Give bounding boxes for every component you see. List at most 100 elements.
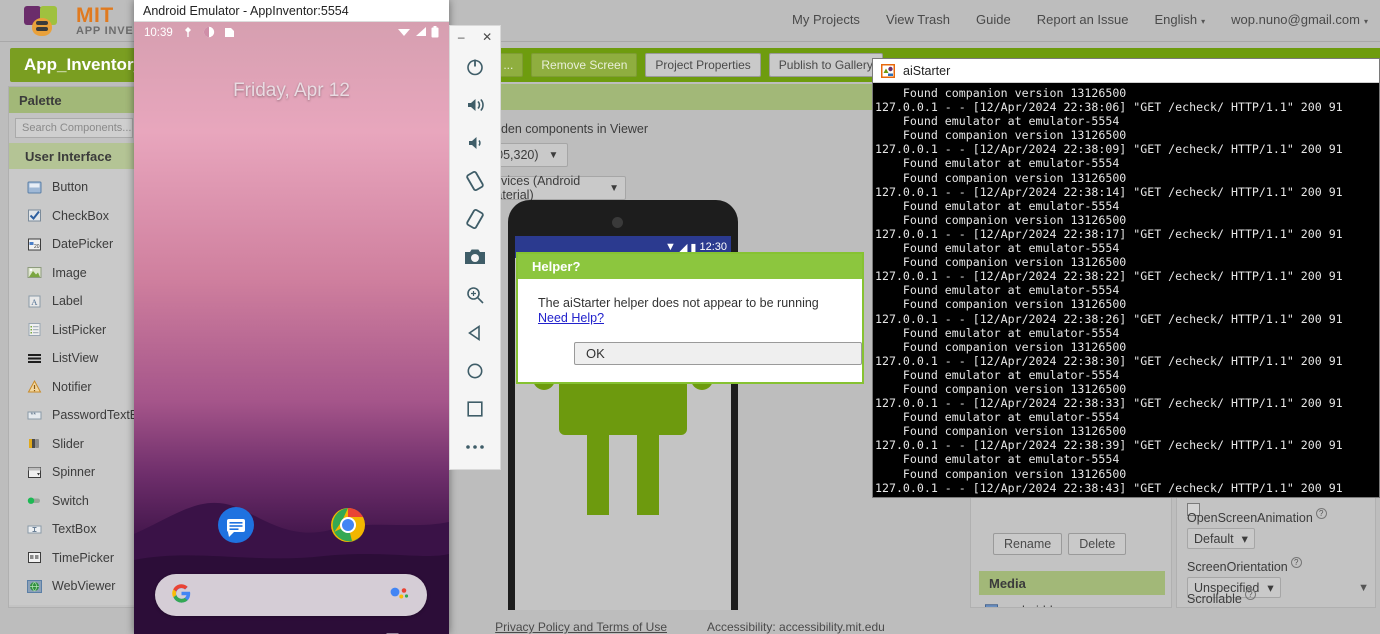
home-icon[interactable]: [449, 352, 501, 390]
palette-search-input[interactable]: Search Components...: [15, 118, 133, 138]
checkbox-icon: [27, 208, 42, 223]
messages-icon[interactable]: [217, 507, 254, 543]
properties-scroll-down-arrow[interactable]: ▼: [1358, 582, 1369, 594]
notifier-icon: [27, 379, 42, 394]
volume-down-icon[interactable]: [449, 124, 501, 162]
help-icon[interactable]: ?: [1315, 508, 1327, 519]
listpicker-icon: [27, 322, 42, 337]
google-search-bar[interactable]: [155, 574, 427, 616]
adb-icon: [182, 26, 194, 41]
palette-item-notifier[interactable]: Notifier: [9, 373, 139, 402]
palette-title: Palette: [9, 87, 139, 113]
property-label: Scrollable ?: [1187, 589, 1256, 606]
log-line: Found emulator at emulator-5554: [875, 283, 1120, 298]
aistarter-window: aiStarter Found companion version 131265…: [872, 58, 1380, 498]
minimize-button[interactable]: –: [458, 30, 465, 44]
openscreenanimation-select[interactable]: Default ▾: [1187, 528, 1255, 549]
palette-item-datepicker[interactable]: 20 DatePicker: [9, 230, 139, 259]
screenshot-camera-icon[interactable]: [449, 238, 501, 276]
passwordtextbox-icon: **: [27, 408, 42, 423]
privacy-policy-link[interactable]: Privacy Policy and Terms of Use: [495, 620, 667, 634]
palette-category-user-interface[interactable]: User Interface: [9, 143, 139, 169]
palette-item-button[interactable]: Button: [9, 173, 139, 202]
rotate-left-icon[interactable]: [449, 162, 501, 200]
log-line: Found emulator at emulator-5554: [875, 452, 1120, 467]
palette-item-checkbox[interactable]: CheckBox: [9, 202, 139, 231]
media-list-item[interactable]: android-logo.png: [985, 603, 1098, 607]
remove-screen-button[interactable]: Remove Screen: [531, 53, 638, 77]
log-line: Found companion version 13126500: [875, 297, 1127, 312]
nav-language-selector[interactable]: English ▾: [1155, 12, 1206, 27]
palette-item-label: ListView: [52, 351, 99, 366]
property-openscreenanimation: OpenScreenAnimation ? Default ▾: [1187, 508, 1327, 549]
palette-item-label[interactable]: A Label: [9, 287, 139, 316]
battery-icon: [431, 25, 439, 41]
palette-item-textbox[interactable]: TextBox: [9, 515, 139, 544]
palette-item-passwordtextbox[interactable]: ** PasswordTextBox: [9, 401, 151, 430]
property-scrollable: Scrollable ?: [1187, 589, 1256, 607]
overview-icon[interactable]: [449, 390, 501, 428]
log-line: 127.0.0.1 - - [12/Apr/2024 22:38:26] "GE…: [875, 311, 1343, 326]
log-line: Found companion version 13126500: [875, 170, 1127, 185]
close-button[interactable]: ✕: [482, 30, 492, 44]
project-properties-button[interactable]: Project Properties: [645, 53, 761, 77]
delete-button[interactable]: Delete: [1068, 533, 1127, 555]
emulator-screen[interactable]: 10:39 Friday, Apr 12: [134, 22, 449, 634]
phone-camera-dot: [612, 217, 623, 228]
dialog-message: The aiStarter helper does not appear to …: [538, 296, 819, 310]
palette-item-switch[interactable]: Switch: [9, 487, 139, 516]
aistarter-app-icon: [881, 63, 895, 78]
chrome-icon[interactable]: [330, 507, 366, 543]
home-screen-app-icons: [134, 507, 449, 543]
log-line: 127.0.0.1 - - [12/Apr/2024 22:38:06] "GE…: [875, 100, 1343, 115]
help-icon[interactable]: ?: [1290, 557, 1302, 568]
log-line: 127.0.0.1 - - [12/Apr/2024 22:38:09] "GE…: [875, 142, 1343, 157]
palette-item-label: Button: [52, 180, 89, 195]
palette-item-listpicker[interactable]: ListPicker: [9, 316, 139, 345]
rotate-right-icon[interactable]: [449, 200, 501, 238]
google-assistant-icon[interactable]: [389, 585, 411, 606]
lockscreen-date: Friday, Apr 12: [233, 80, 350, 101]
more-icon[interactable]: [449, 428, 501, 466]
nav-guide[interactable]: Guide: [976, 12, 1011, 27]
publish-to-gallery-button[interactable]: Publish to Gallery: [768, 53, 883, 77]
palette-item-spinner[interactable]: Spinner: [9, 458, 139, 487]
zoom-icon[interactable]: [449, 276, 501, 314]
hidden-components-checkbox-row[interactable]: dden components in Viewer: [476, 122, 648, 136]
log-line: Found emulator at emulator-5554: [875, 156, 1120, 171]
property-label: ScreenOrientation ?: [1187, 557, 1302, 574]
log-line: 127.0.0.1 - - [12/Apr/2024 22:38:17] "GE…: [875, 226, 1343, 241]
palette-item-image[interactable]: Image: [9, 259, 139, 288]
back-icon[interactable]: [449, 314, 501, 352]
nav-report-an-issue[interactable]: Report an Issue: [1037, 12, 1129, 27]
rename-button[interactable]: Rename: [993, 533, 1063, 555]
need-help-link[interactable]: Need Help?: [538, 311, 604, 325]
palette-item-timepicker[interactable]: TimePicker: [9, 544, 139, 573]
palette-item-slider[interactable]: Slider: [9, 430, 139, 459]
svg-text:20: 20: [34, 244, 40, 250]
android-emulator-window: Android Emulator - AppInventor:5554 10:3…: [134, 0, 449, 634]
accessibility-link[interactable]: Accessibility: accessibility.mit.edu: [707, 620, 885, 634]
nav-view-trash[interactable]: View Trash: [886, 12, 950, 27]
svg-text:**: **: [31, 412, 37, 419]
status-right-icons: [397, 25, 439, 41]
palette-item-label: DatePicker: [52, 237, 114, 252]
dialog-title: Helper?: [518, 254, 862, 279]
nav-my-projects[interactable]: My Projects: [792, 12, 860, 27]
log-line: Found emulator at emulator-5554: [875, 241, 1120, 256]
nav-account-menu[interactable]: wop.nuno@gmail.com ▾: [1231, 12, 1368, 27]
log-line: Found companion version 13126500: [875, 424, 1127, 439]
aistarter-log-output[interactable]: Found companion version 13126500 127.0.0.…: [873, 84, 1379, 497]
cellular-signal-icon: [415, 26, 427, 40]
palette-item-listview[interactable]: ListView: [9, 344, 139, 373]
volume-up-icon[interactable]: [449, 86, 501, 124]
help-icon[interactable]: ?: [1244, 589, 1256, 600]
emulator-title-bar: Android Emulator - AppInventor:5554: [134, 0, 449, 22]
log-line: 127.0.0.1 - - [12/Apr/2024 22:38:43] "GE…: [875, 480, 1343, 495]
hidden-components-label: dden components in Viewer: [494, 122, 649, 136]
palette-item-label: CheckBox: [52, 208, 109, 223]
aistarter-title-bar: aiStarter: [873, 59, 1379, 83]
ok-button[interactable]: OK: [574, 342, 862, 365]
palette-item-webviewer[interactable]: WebViewer: [9, 572, 139, 601]
power-icon[interactable]: [449, 48, 501, 86]
